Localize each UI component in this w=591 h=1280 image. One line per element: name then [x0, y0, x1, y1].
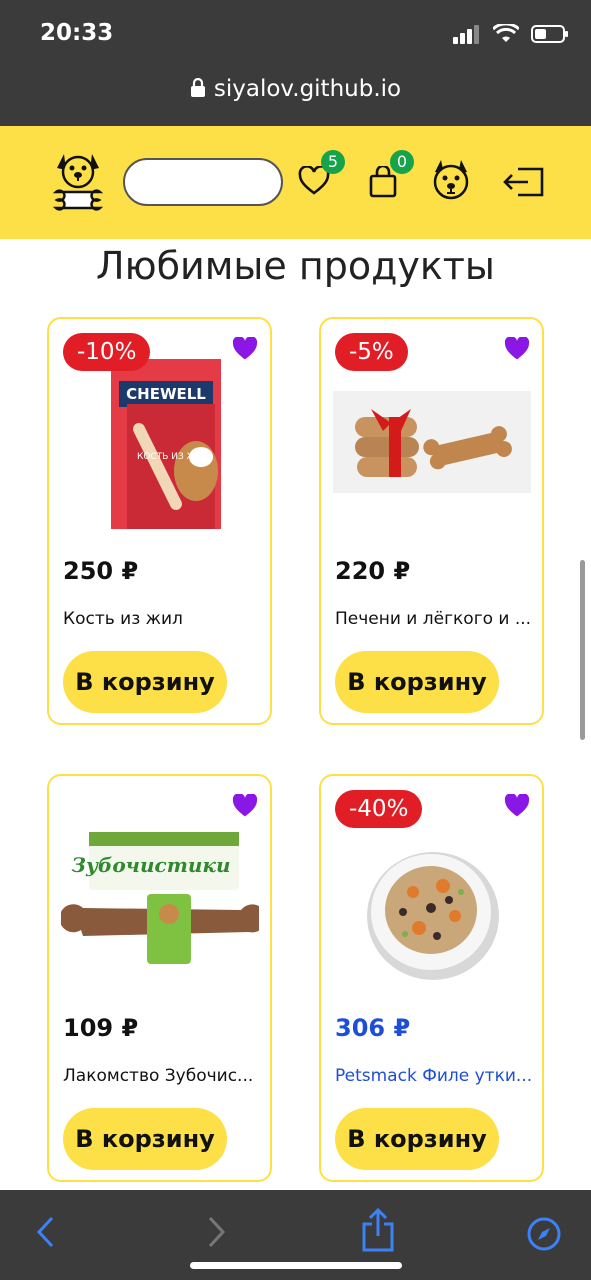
product-image	[367, 852, 499, 980]
lock-icon	[190, 78, 205, 97]
package-label: КОСТЬ ИЗ ЖИЛ	[137, 452, 210, 462]
product-image: Зубочистики	[61, 832, 259, 964]
product-card: CHEWELL КОСТЬ ИЗ ЖИЛ -10% 250 ₽ Кость из…	[47, 317, 272, 725]
product-name[interactable]: Лакомство Зубочис...	[63, 1066, 261, 1086]
forward-icon[interactable]	[204, 1212, 228, 1252]
share-icon[interactable]	[360, 1208, 396, 1252]
discount-badge: -40%	[335, 790, 423, 828]
heart-icon[interactable]	[504, 794, 530, 818]
brand-label: Зубочистики	[72, 853, 231, 877]
battery-icon	[531, 25, 568, 43]
dog-face-icon[interactable]	[432, 158, 470, 202]
favorites-count-badge: 5	[321, 150, 345, 174]
brand-label: CHEWELL	[126, 385, 206, 403]
product-price: 306 ₽	[335, 1014, 411, 1042]
discount-badge: -10%	[63, 333, 151, 371]
status-time: 20:33	[40, 20, 114, 46]
address-bar[interactable]: siyalov.github.io	[0, 76, 591, 102]
dog-bone-logo-icon[interactable]	[44, 148, 112, 212]
logout-icon[interactable]	[502, 167, 544, 197]
status-icons	[453, 24, 569, 44]
add-to-cart-button[interactable]: В корзину	[63, 651, 227, 713]
url-text: siyalov.github.io	[213, 76, 402, 102]
heart-icon[interactable]	[504, 337, 530, 361]
add-to-cart-button[interactable]: В корзину	[63, 1108, 227, 1170]
product-name[interactable]: Petsmack Филе утки...	[335, 1066, 533, 1086]
product-card: -5% 220 ₽ Печени и лёгкого и ... В корзи…	[319, 317, 544, 725]
product-name[interactable]: Кость из жил	[63, 609, 261, 629]
product-price: 109 ₽	[63, 1014, 139, 1042]
page-title: Любимые продукты	[96, 244, 495, 288]
product-name[interactable]: Печени и лёгкого и ...	[335, 609, 533, 629]
wifi-icon	[493, 24, 519, 42]
scrollbar[interactable]	[580, 560, 585, 740]
product-card: -40% 306 ₽ Petsmack Филе утки... В корзи…	[319, 774, 544, 1182]
home-indicator	[190, 1262, 402, 1269]
product-card: Зубочистики 109 ₽ Лакомство Зубочис... В…	[47, 774, 272, 1182]
compass-icon[interactable]	[526, 1216, 562, 1252]
heart-icon[interactable]	[232, 794, 258, 818]
search-input[interactable]	[123, 158, 283, 206]
bag-icon[interactable]	[369, 166, 397, 198]
product-price: 220 ₽	[335, 557, 411, 585]
add-to-cart-button[interactable]: В корзину	[335, 651, 499, 713]
back-icon[interactable]	[34, 1212, 58, 1252]
cart-count-badge: 0	[390, 150, 414, 174]
product-image	[333, 391, 531, 493]
discount-badge: -5%	[335, 333, 408, 371]
add-to-cart-button[interactable]: В корзину	[335, 1108, 499, 1170]
heart-icon[interactable]	[232, 337, 258, 361]
product-image: CHEWELL КОСТЬ ИЗ ЖИЛ	[111, 359, 221, 529]
signal-icon	[453, 25, 479, 44]
browser-chrome: 20:33 siyalov.github.io	[0, 0, 591, 126]
product-price: 250 ₽	[63, 557, 139, 585]
